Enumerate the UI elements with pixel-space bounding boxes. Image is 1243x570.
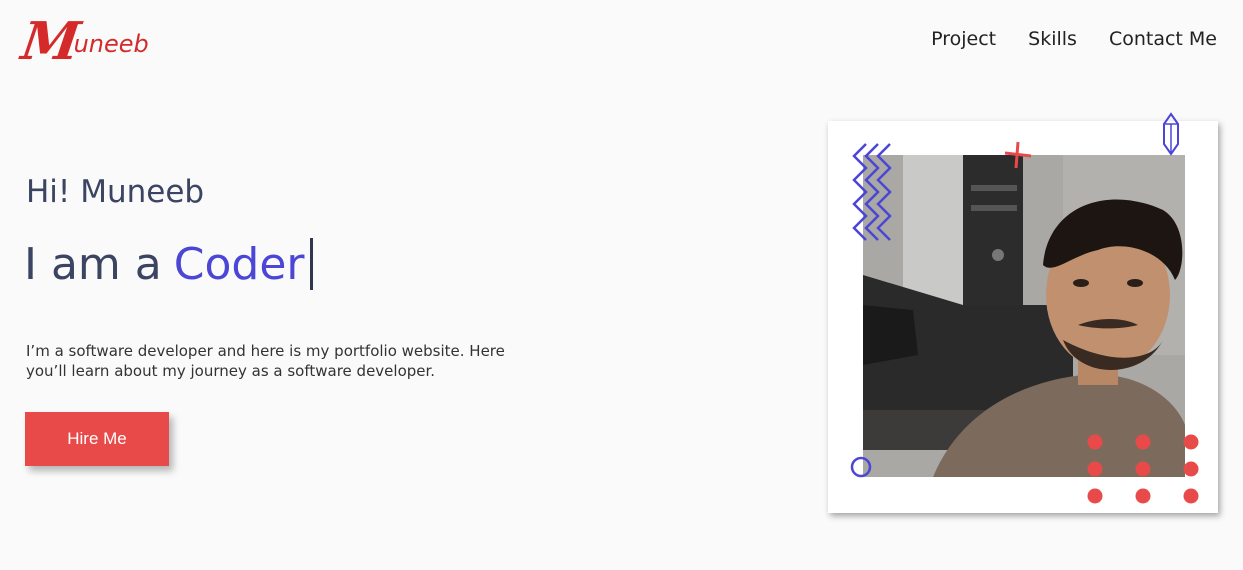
nav-item-contact[interactable]: Contact Me — [1109, 28, 1217, 50]
ring-decoration-icon — [850, 456, 872, 478]
dot-grid-decoration-icon — [1087, 434, 1199, 504]
nav-item-project[interactable]: Project — [931, 28, 996, 50]
site-logo[interactable]: M uneeb — [18, 11, 149, 72]
profile-photo — [863, 155, 1185, 477]
headline-role: Coder — [173, 238, 305, 290]
hero-description: I’m a software developer and here is my … — [26, 342, 505, 380]
logo-initial: M — [17, 11, 80, 72]
typing-cursor — [310, 238, 314, 290]
zigzag-decoration-icon — [852, 143, 892, 241]
nav-item-skills[interactable]: Skills — [1028, 28, 1077, 50]
logo-text: uneeb — [73, 30, 149, 58]
hero-greeting: Hi! Muneeb — [26, 174, 205, 210]
plus-decoration-icon — [1004, 141, 1032, 169]
crystal-decoration-icon — [1163, 112, 1179, 156]
hero-headline: I am a Coder — [24, 238, 314, 290]
portfolio-page: M uneeb Project Skills Contact Me Hi! Mu… — [0, 0, 1243, 570]
headline-prefix: I am a — [24, 238, 162, 290]
profile-photo-illustration — [863, 155, 1185, 477]
main-nav: Project Skills Contact Me — [931, 28, 1217, 50]
hire-me-button[interactable]: Hire Me — [25, 412, 169, 466]
